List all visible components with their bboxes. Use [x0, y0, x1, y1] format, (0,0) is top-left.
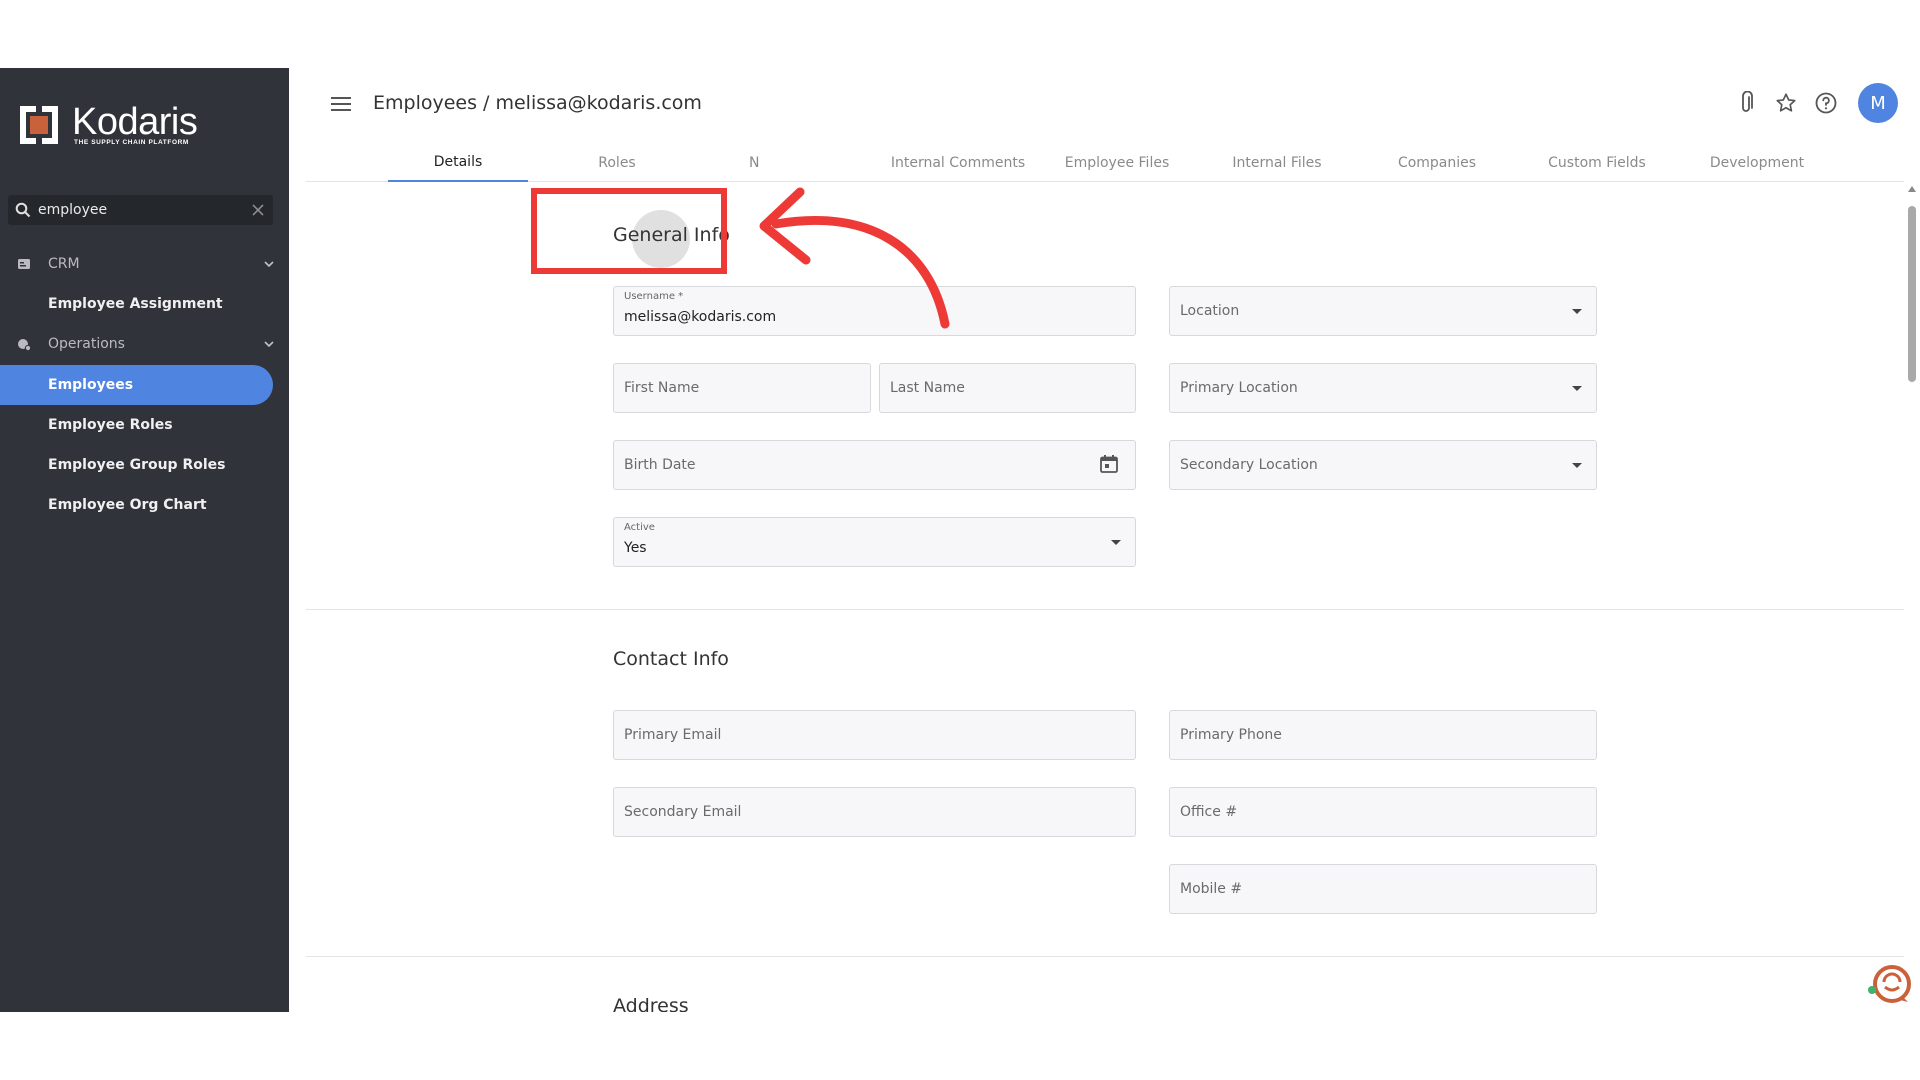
- last-name-field[interactable]: Last Name: [879, 363, 1136, 413]
- chat-widget-icon[interactable]: [1866, 960, 1914, 1008]
- location-select[interactable]: Location: [1169, 286, 1597, 336]
- section-divider: [306, 956, 1904, 957]
- attachment-icon[interactable]: [1732, 89, 1760, 117]
- address-title: Address: [613, 995, 689, 1012]
- scroll-up-arrow-icon[interactable]: [1908, 186, 1916, 192]
- chevron-down-icon: [249, 261, 289, 267]
- search-icon: [8, 202, 38, 218]
- hamburger-menu-icon[interactable]: [331, 96, 351, 116]
- sidebar-item-employee-roles[interactable]: Employee Roles: [0, 405, 273, 445]
- tab-bar: Details Roles N Internal Comments Employ…: [306, 144, 1904, 182]
- active-select[interactable]: Active Yes: [613, 517, 1136, 567]
- dropdown-arrow-icon: [1572, 463, 1582, 468]
- section-divider: [306, 609, 1904, 610]
- dropdown-arrow-icon: [1572, 309, 1582, 314]
- scrollbar-thumb[interactable]: [1908, 206, 1916, 382]
- roles-tab-highlight-box: [531, 188, 727, 274]
- mobile-field[interactable]: Mobile #: [1169, 864, 1597, 914]
- clear-search-icon[interactable]: [243, 204, 273, 216]
- tab-employee-files[interactable]: Employee Files: [1047, 144, 1187, 182]
- secondary-email-field[interactable]: Secondary Email: [613, 787, 1136, 837]
- office-field[interactable]: Office #: [1169, 787, 1597, 837]
- star-icon[interactable]: [1772, 89, 1800, 117]
- annotation-arrow-icon: [759, 187, 950, 329]
- dropdown-arrow-icon: [1572, 386, 1582, 391]
- nav-group-operations[interactable]: Operations: [0, 324, 289, 364]
- tab-roles[interactable]: Roles: [547, 144, 687, 182]
- help-icon[interactable]: [1812, 89, 1840, 117]
- birth-date-field[interactable]: Birth Date: [613, 440, 1136, 490]
- brand-name: Kodaris: [72, 100, 198, 143]
- tab-notes[interactable]: N: [707, 144, 787, 182]
- first-name-field[interactable]: First Name: [613, 363, 871, 413]
- nav-group-crm[interactable]: CRM: [0, 244, 289, 284]
- tab-development[interactable]: Development: [1687, 144, 1827, 182]
- brand-tagline: THE SUPPLY CHAIN PLATFORM: [74, 138, 189, 146]
- page-title: Employees / melissa@kodaris.com: [373, 92, 702, 114]
- sidebar-item-employee-org-chart[interactable]: Employee Org Chart: [0, 485, 273, 525]
- tab-internal-comments[interactable]: Internal Comments: [868, 144, 1048, 182]
- primary-email-field[interactable]: Primary Email: [613, 710, 1136, 760]
- sidebar-search-input[interactable]: [38, 202, 243, 218]
- operations-icon: [0, 337, 48, 351]
- contact-info-title: Contact Info: [613, 648, 729, 670]
- tab-companies[interactable]: Companies: [1367, 144, 1507, 182]
- primary-location-select[interactable]: Primary Location: [1169, 363, 1597, 413]
- kodaris-logo-icon: [18, 104, 60, 146]
- brand-logo[interactable]: Kodaris THE SUPPLY CHAIN PLATFORM: [18, 100, 198, 148]
- header-actions: M: [1732, 83, 1898, 123]
- sidebar: Kodaris THE SUPPLY CHAIN PLATFORM CRM Em…: [0, 68, 289, 1012]
- crm-icon: [0, 257, 48, 271]
- app-frame: Kodaris THE SUPPLY CHAIN PLATFORM CRM Em…: [0, 68, 1920, 1012]
- dropdown-arrow-icon: [1111, 540, 1121, 545]
- primary-phone-field[interactable]: Primary Phone: [1169, 710, 1597, 760]
- tab-details[interactable]: Details: [388, 144, 528, 182]
- top-bar: Employees / melissa@kodaris.com M: [289, 68, 1920, 132]
- chevron-down-icon: [249, 341, 289, 347]
- calendar-icon[interactable]: [1099, 454, 1119, 478]
- sidebar-item-employees[interactable]: Employees: [0, 365, 273, 405]
- vertical-scrollbar[interactable]: [1908, 186, 1916, 1012]
- tab-custom-fields[interactable]: Custom Fields: [1527, 144, 1667, 182]
- sidebar-item-employee-group-roles[interactable]: Employee Group Roles: [0, 445, 273, 485]
- sidebar-search: [8, 195, 273, 225]
- user-avatar[interactable]: M: [1858, 83, 1898, 123]
- secondary-location-select[interactable]: Secondary Location: [1169, 440, 1597, 490]
- sidebar-item-employee-assignment[interactable]: Employee Assignment: [0, 284, 273, 324]
- tab-internal-files[interactable]: Internal Files: [1207, 144, 1347, 182]
